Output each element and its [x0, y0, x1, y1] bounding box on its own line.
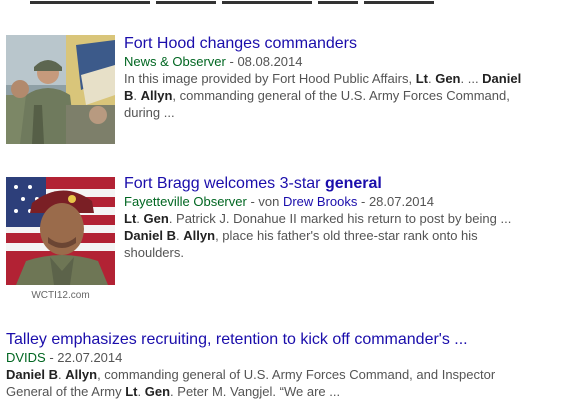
snippet-text: shoulders.	[124, 245, 184, 260]
snippet-line: In this image provided by Fort Hood Publ…	[124, 70, 571, 87]
snippet-text: , place his father's old three-star rank…	[215, 228, 478, 243]
snippet-text: . Peter M. Vangjel. “We are ...	[170, 384, 341, 399]
result-3-source: DVIDS	[6, 350, 46, 365]
result-2-snippet: Lt. Gen. Patrick J. Donahue II marked hi…	[124, 210, 571, 261]
snippet-bold-term: B	[124, 88, 134, 103]
soldier-portrait-icon	[6, 177, 115, 285]
snippet-line: General of the Army Lt. Gen. Peter M. Va…	[6, 383, 571, 400]
snippet-line: Lt. Gen. Patrick J. Donahue II marked hi…	[124, 210, 571, 227]
news-result-1: Fort Hood changes commanders News & Obse…	[6, 34, 571, 146]
result-2-title-link[interactable]: Fort Bragg welcomes 3-star general	[124, 174, 571, 193]
snippet-line: Daniel B. Allyn, commanding general of U…	[6, 366, 571, 383]
result-3-meta: DVIDS - 22.07.2014	[6, 350, 123, 365]
snippet-line: during ...	[124, 104, 571, 121]
snippet-text: .	[136, 211, 144, 226]
result-3-snippet: Daniel B. Allyn, commanding general of U…	[6, 366, 571, 400]
clipped-previous-text	[30, 0, 530, 5]
snippet-bold-term: Daniel	[6, 367, 46, 382]
snippet-text: General of the Army	[6, 384, 126, 399]
snippet-bold-term: Gen	[435, 71, 461, 86]
snippet-bold-term: Allyn	[65, 367, 98, 382]
snippet-bold-term: Allyn	[140, 88, 173, 103]
result-3-date: 22.07.2014	[57, 350, 123, 365]
snippet-bold-term: Lt	[125, 384, 138, 399]
result-1-title-link[interactable]: Fort Hood changes commanders	[124, 34, 571, 53]
result-2-thumbnail[interactable]	[6, 177, 115, 285]
result-2-date: 28.07.2014	[368, 194, 435, 209]
snippet-bold-term: B	[48, 367, 59, 382]
result-1-date: 08.08.2014	[237, 54, 303, 69]
snippet-text: , commanding general of the U.S. Army Fo…	[172, 88, 510, 103]
snippet-bold-term: Daniel	[124, 228, 164, 243]
result-1-source: News & Observer	[124, 54, 226, 69]
snippet-line: B. Allyn, commanding general of the U.S.…	[124, 87, 571, 104]
snippet-text: . ...	[460, 71, 483, 86]
result-3-title-link[interactable]: Talley emphasizes recruiting, retention …	[6, 330, 571, 349]
snippet-text: In this image provided by Fort Hood Publ…	[124, 71, 416, 86]
result-2-image-caption: WCTI12.com	[31, 290, 90, 301]
snippet-text: . Patrick J. Donahue II marked his retur…	[168, 211, 512, 226]
snippet-bold-term: Lt	[415, 71, 428, 86]
snippet-bold-term: Gen	[144, 384, 171, 399]
news-result-3: Talley emphasizes recruiting, retention …	[6, 330, 571, 405]
snippet-line: shoulders.	[124, 244, 571, 261]
result-2-meta: Fayetteville Observer - von Drew Brooks …	[124, 194, 435, 209]
snippet-bold-term: Lt	[124, 211, 137, 226]
snippet-bold-term: Daniel	[482, 71, 522, 86]
result-1-meta: News & Observer - 08.08.2014	[124, 54, 303, 69]
result-2-source: Fayetteville Observer	[124, 194, 247, 209]
snippet-text: during ...	[124, 105, 175, 120]
ceremony-photo-icon	[6, 35, 115, 144]
snippet-text: .	[133, 88, 141, 103]
news-result-2: WCTI12.com Fort Bragg welcomes 3-star ge…	[6, 174, 571, 304]
result-1-snippet: In this image provided by Fort Hood Publ…	[124, 70, 571, 121]
snippet-bold-term: Gen	[143, 211, 169, 226]
result-1-thumbnail[interactable]	[6, 35, 115, 144]
snippet-text: .	[137, 384, 145, 399]
snippet-bold-term: Allyn	[183, 228, 216, 243]
snippet-line: Daniel B. Allyn, place his father's old …	[124, 227, 571, 244]
result-2-author-link[interactable]: Drew Brooks	[283, 194, 357, 209]
snippet-bold-term: B	[166, 228, 177, 243]
snippet-text: , commanding general of U.S. Army Forces…	[97, 367, 496, 382]
